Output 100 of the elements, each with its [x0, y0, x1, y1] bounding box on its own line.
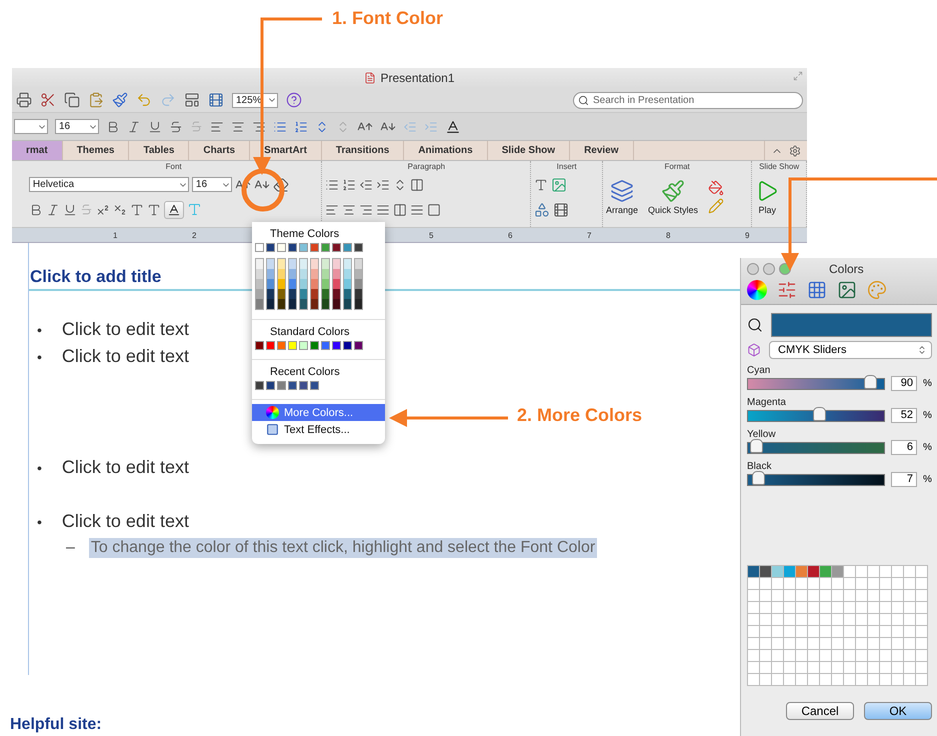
minimize-icon[interactable] [763, 263, 775, 275]
justify-icon[interactable] [376, 202, 390, 216]
search-icon[interactable] [578, 94, 589, 106]
crayons-icon[interactable] [867, 280, 887, 300]
bullet-text[interactable]: Click to edit text [62, 511, 189, 532]
slider-thumb[interactable] [864, 374, 878, 388]
color-swatch[interactable] [256, 279, 263, 289]
help-icon[interactable] [286, 92, 302, 108]
bullet-text[interactable]: Click to edit text [62, 346, 189, 367]
font-field[interactable] [14, 119, 48, 134]
color-swatch[interactable] [289, 289, 296, 299]
redo-icon[interactable] [160, 92, 176, 108]
color-swatch[interactable] [311, 289, 318, 299]
ribbon-tab[interactable]: Review [570, 141, 634, 160]
play-label[interactable]: Play [758, 205, 776, 215]
scissors-icon[interactable] [40, 92, 56, 108]
value-field[interactable]: 7 [891, 472, 917, 487]
color-swatch[interactable] [344, 269, 351, 279]
color-swatch[interactable] [299, 341, 308, 350]
color-swatch[interactable] [343, 243, 352, 252]
image-icon[interactable] [837, 280, 857, 300]
clear-format-icon[interactable] [272, 176, 289, 192]
menu-item[interactable]: Text Effects... [252, 421, 385, 438]
close-icon[interactable] [747, 263, 759, 275]
saved-color-swatch[interactable] [808, 566, 819, 577]
color-swatch[interactable] [322, 289, 329, 299]
format-painter-icon[interactable] [112, 92, 128, 108]
zoom-field[interactable]: 125% [232, 92, 278, 108]
undo-icon[interactable] [136, 92, 152, 108]
color-swatch[interactable] [310, 381, 319, 390]
saved-color-swatch[interactable] [772, 566, 783, 577]
saved-color-swatch[interactable] [832, 566, 843, 577]
slider-track[interactable] [747, 378, 885, 390]
color-swatch[interactable] [278, 279, 285, 289]
color-swatch[interactable] [267, 289, 274, 299]
numbering-icon[interactable] [294, 120, 308, 134]
color-swatch[interactable] [278, 289, 285, 299]
ribbon-tab[interactable]: SmartArt [250, 141, 322, 160]
palette-grid-icon[interactable] [807, 280, 827, 300]
columns-icon[interactable] [410, 178, 424, 192]
menu-item[interactable]: More Colors... [252, 404, 385, 421]
color-swatch[interactable] [256, 289, 263, 299]
saved-color-swatch[interactable] [820, 566, 831, 577]
color-swatch[interactable] [322, 259, 329, 269]
value-field[interactable]: 6 [891, 440, 917, 455]
saved-color-swatch[interactable] [748, 566, 759, 577]
bullet-text[interactable]: Click to edit text [62, 319, 189, 340]
color-swatch[interactable] [267, 279, 274, 289]
underline-icon[interactable] [148, 120, 162, 134]
color-swatch[interactable] [310, 341, 319, 350]
mode-dropdown[interactable]: CMYK Sliders [769, 341, 932, 359]
color-swatch[interactable] [277, 341, 286, 350]
printer-icon[interactable] [16, 92, 32, 108]
ribbon-tab[interactable]: Transitions [322, 141, 404, 160]
color-swatch[interactable] [344, 289, 351, 299]
color-swatch[interactable] [355, 279, 362, 289]
slider-thumb[interactable] [752, 470, 765, 484]
font-name-field[interactable]: Helvetica [28, 177, 189, 192]
color-swatch[interactable] [344, 279, 351, 289]
color-swatch[interactable] [289, 279, 296, 289]
outdent-icon[interactable] [359, 178, 374, 192]
color-swatch[interactable] [256, 269, 263, 279]
color-swatch[interactable] [300, 269, 307, 279]
saved-color-swatch[interactable] [784, 566, 795, 577]
line-icon[interactable] [708, 198, 724, 214]
align-center-icon[interactable] [342, 202, 356, 216]
ribbon-tab[interactable]: Slide Show [488, 141, 570, 160]
color-swatch[interactable] [266, 243, 275, 252]
color-swatch[interactable] [300, 289, 307, 299]
settings-icon[interactable] [789, 144, 801, 156]
color-swatch[interactable] [355, 289, 362, 299]
color-swatch[interactable] [266, 381, 275, 390]
color-swatch[interactable] [277, 381, 286, 390]
search-field[interactable]: Search in Presentation [573, 92, 803, 108]
saved-color-swatch[interactable] [760, 566, 771, 577]
color-swatch[interactable] [321, 341, 330, 350]
cancel-button[interactable]: Cancel [786, 702, 854, 720]
color-swatch[interactable] [333, 279, 340, 289]
indent-icon[interactable] [376, 178, 390, 192]
saved-color-swatch[interactable] [796, 566, 807, 577]
italic-icon[interactable] [46, 202, 60, 216]
font-size-field[interactable]: 16 [192, 177, 232, 192]
color-swatch[interactable] [288, 341, 297, 350]
color-swatch[interactable] [311, 269, 318, 279]
color-swatch[interactable] [300, 259, 307, 269]
size-field[interactable]: 16 [55, 119, 99, 134]
magnifier-icon[interactable] [747, 317, 763, 333]
color-swatch[interactable] [267, 269, 274, 279]
slider-thumb[interactable] [812, 406, 826, 420]
color-swatch[interactable] [354, 243, 363, 252]
updown-icon[interactable] [917, 345, 927, 355]
color-swatch[interactable] [266, 341, 275, 350]
color-swatch[interactable] [333, 299, 340, 309]
color-swatch[interactable] [289, 259, 296, 269]
align-left-icon[interactable] [210, 120, 224, 134]
color-swatch[interactable] [333, 289, 340, 299]
color-swatch[interactable] [343, 341, 352, 350]
color-swatch[interactable] [310, 243, 319, 252]
color-swatch[interactable] [255, 381, 264, 390]
fill-icon[interactable] [708, 180, 724, 196]
